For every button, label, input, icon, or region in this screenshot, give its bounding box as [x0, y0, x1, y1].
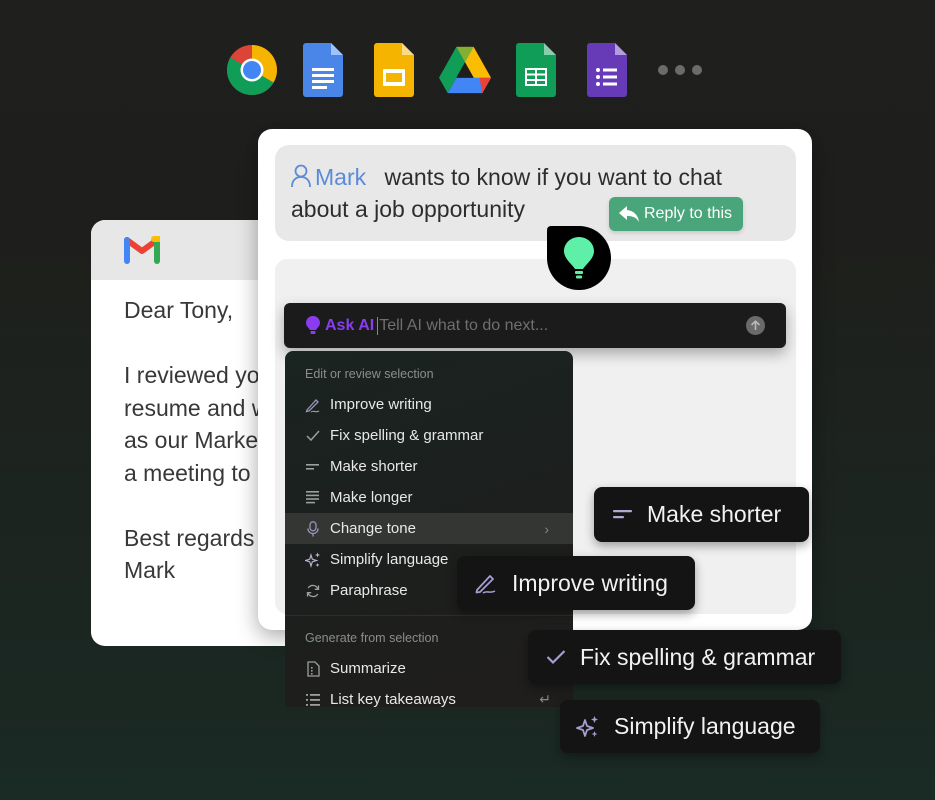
document-icon — [305, 660, 321, 677]
lightbulb-icon — [306, 316, 320, 334]
reply-arrow-icon — [619, 206, 639, 222]
menu-item-list-key-takeaways[interactable]: List key takeaways ↵ — [285, 684, 573, 707]
lightbulb-icon — [564, 237, 594, 279]
list-icon — [305, 692, 321, 708]
reply-button[interactable]: Reply to this — [609, 197, 744, 231]
menu-item-change-tone[interactable]: Change tone › — [285, 513, 573, 544]
menu-section-title: Edit or review selection — [305, 367, 434, 381]
refresh-icon — [305, 583, 321, 599]
short-lines-icon — [613, 509, 633, 521]
ask-ai-label: Ask AI — [325, 316, 375, 334]
chip-make-shorter[interactable]: Make shorter — [594, 487, 809, 542]
ask-ai-bar: Ask AI — [284, 303, 786, 348]
person-icon — [291, 164, 311, 188]
short-lines-icon — [305, 459, 321, 475]
chip-simplify-language[interactable]: Simplify language — [560, 700, 820, 753]
more-dots-icon[interactable] — [658, 65, 702, 75]
menu-item-fix-spelling[interactable]: Fix spelling & grammar — [285, 420, 573, 451]
ai-bulb-badge[interactable] — [547, 226, 611, 290]
enter-key-icon: ↵ — [539, 691, 551, 707]
text-caret — [377, 316, 379, 335]
docs-icon[interactable] — [297, 42, 349, 98]
app-dock — [226, 42, 702, 98]
send-button[interactable] — [746, 316, 765, 335]
menu-item-make-longer[interactable]: Make longer — [285, 482, 573, 513]
sheets-icon[interactable] — [510, 42, 562, 98]
chip-fix-spelling[interactable]: Fix spelling & grammar — [528, 630, 841, 684]
check-icon — [546, 649, 566, 665]
microphone-icon — [305, 520, 321, 537]
sparkles-icon — [305, 552, 321, 568]
sender[interactable]: Mark — [291, 164, 373, 190]
menu-divider — [285, 615, 573, 616]
menu-item-improve-writing[interactable]: Improve writing — [285, 389, 573, 420]
chrome-icon[interactable] — [226, 42, 278, 98]
pen-icon — [474, 571, 498, 595]
check-icon — [305, 428, 321, 444]
long-lines-icon — [305, 490, 321, 506]
gmail-icon — [124, 236, 163, 264]
chip-improve-writing[interactable]: Improve writing — [457, 556, 695, 610]
sparkles-icon — [576, 715, 600, 739]
ask-ai-input[interactable] — [379, 316, 720, 335]
menu-item-make-shorter[interactable]: Make shorter — [285, 451, 573, 482]
drive-icon[interactable] — [439, 42, 491, 98]
pen-icon — [305, 397, 321, 413]
forms-icon[interactable] — [581, 42, 633, 98]
chevron-right-icon: › — [544, 520, 549, 537]
slides-icon[interactable] — [368, 42, 420, 98]
notification-banner: Mark wants to know if you want to chat a… — [275, 145, 796, 241]
arrow-up-icon — [750, 320, 761, 330]
